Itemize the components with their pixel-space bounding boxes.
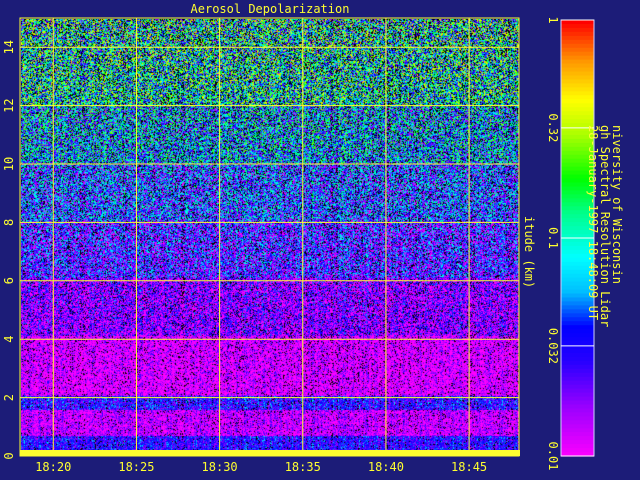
colorbar-swatch — [561, 55, 594, 61]
colorbar-swatch — [561, 35, 594, 41]
colorbar-swatch — [561, 380, 594, 386]
colorbar-swatch — [561, 51, 594, 57]
colorbar-swatch — [561, 31, 594, 37]
timestamp-label: 28-January-1997 18:48:09 UT — [586, 125, 600, 321]
y-tick-label: 4 — [2, 336, 16, 343]
colorbar-swatch — [561, 396, 594, 402]
colorbar-tick-label: 0.1 — [546, 227, 560, 249]
chart-svg: 02468101214 18:20 18:25 18:30 18:35 18:40 18:… — [2, 16, 595, 474]
colorbar-swatch — [561, 341, 594, 346]
colorbar-swatch — [561, 420, 594, 425]
colorbar-swatch — [561, 119, 594, 124]
colorbar-swatch — [561, 83, 594, 88]
colorbar-swatch — [561, 436, 594, 441]
colorbar-swatch — [561, 432, 594, 437]
colorbar-swatch — [561, 400, 594, 406]
colorbar-swatch — [561, 360, 594, 366]
x-tick-label: 18:40 — [368, 460, 404, 474]
colorbar-swatch — [561, 428, 594, 433]
colorbar-swatch — [561, 352, 594, 358]
y-tick-label: 10 — [2, 157, 16, 171]
colorbar-swatch — [561, 416, 594, 421]
x-tick-label: 18:30 — [202, 460, 238, 474]
x-tick-label: 18:25 — [118, 460, 154, 474]
colorbar-tick-label: 0.01 — [546, 442, 560, 471]
y-axis-ticks: 0 2 4 6 8 10 12 14 — [2, 40, 16, 460]
colorbar-swatch — [561, 448, 594, 453]
colorbar-swatch — [561, 440, 594, 445]
colorbar-swatch — [561, 43, 594, 49]
colorbar-swatch — [561, 333, 594, 338]
colorbar-swatch — [561, 91, 594, 96]
colorbar-swatch — [561, 376, 594, 382]
colorbar-swatch — [561, 111, 594, 116]
colorbar-swatch — [561, 337, 594, 342]
colorbar-swatch — [561, 325, 594, 330]
institution-label: niversity of Wisconsin — [610, 125, 624, 284]
colorbar-swatch — [561, 23, 594, 29]
colorbar-swatch — [561, 329, 594, 334]
colorbar-tick-label: 1 — [546, 16, 560, 23]
colorbar-swatch — [561, 392, 594, 398]
colorbar-swatch — [561, 115, 594, 120]
y-tick-label: 2 — [2, 394, 16, 401]
colorbar-swatch — [561, 103, 594, 108]
colorbar-swatch — [561, 47, 594, 53]
colorbar-swatch — [561, 20, 594, 25]
colorbar-swatch — [561, 388, 594, 394]
colorbar-swatch — [561, 372, 594, 378]
colorbar-swatch — [561, 356, 594, 362]
colorbar-tick-label: 0.032 — [546, 328, 560, 364]
y-tick-label: 14 — [2, 40, 16, 54]
colorbar-swatch — [561, 348, 594, 354]
x-tick-label: 18:35 — [285, 460, 321, 474]
colorbar-swatch — [561, 67, 594, 73]
colorbar-swatch — [561, 384, 594, 390]
colorbar-swatch — [561, 321, 594, 326]
y-axis-label: itude (km) — [522, 216, 536, 289]
colorbar-swatch — [561, 99, 594, 104]
colorbar-swatch — [561, 412, 594, 417]
colorbar-swatch — [561, 87, 594, 92]
colorbar-swatch — [561, 95, 594, 100]
x-tick-label: 18:20 — [35, 460, 71, 474]
y-tick-label: 6 — [2, 277, 16, 284]
colorbar-swatch — [561, 424, 594, 429]
colorbar-swatch — [561, 59, 594, 65]
x-axis-baseline — [20, 450, 520, 456]
y-tick-label: 12 — [2, 98, 16, 112]
colorbar-swatch — [561, 404, 594, 410]
instrument-label: gh Spectral Resolution Lidar — [598, 125, 612, 328]
y-tick-label: 0 — [2, 452, 16, 459]
colorbar-swatch — [561, 408, 594, 413]
plot-frame — [19, 17, 520, 457]
y-tick-label: 8 — [2, 219, 16, 226]
colorbar-swatch — [561, 71, 594, 77]
colorbar-swatch — [561, 364, 594, 370]
colorbar-swatch — [561, 75, 594, 81]
colorbar-swatch — [561, 27, 594, 33]
colorbar-swatch — [561, 39, 594, 45]
colorbar-swatch — [561, 63, 594, 69]
colorbar-swatch — [561, 368, 594, 374]
x-axis-ticks: 18:20 18:25 18:30 18:35 18:40 18:45 — [35, 460, 487, 474]
colorbar-tick-label: 0.32 — [546, 113, 560, 142]
x-tick-label: 18:45 — [451, 460, 487, 474]
colorbar-swatch — [561, 444, 594, 449]
colorbar-swatch — [561, 79, 594, 85]
colorbar-swatch — [561, 107, 594, 112]
grid-lines — [19, 17, 520, 457]
